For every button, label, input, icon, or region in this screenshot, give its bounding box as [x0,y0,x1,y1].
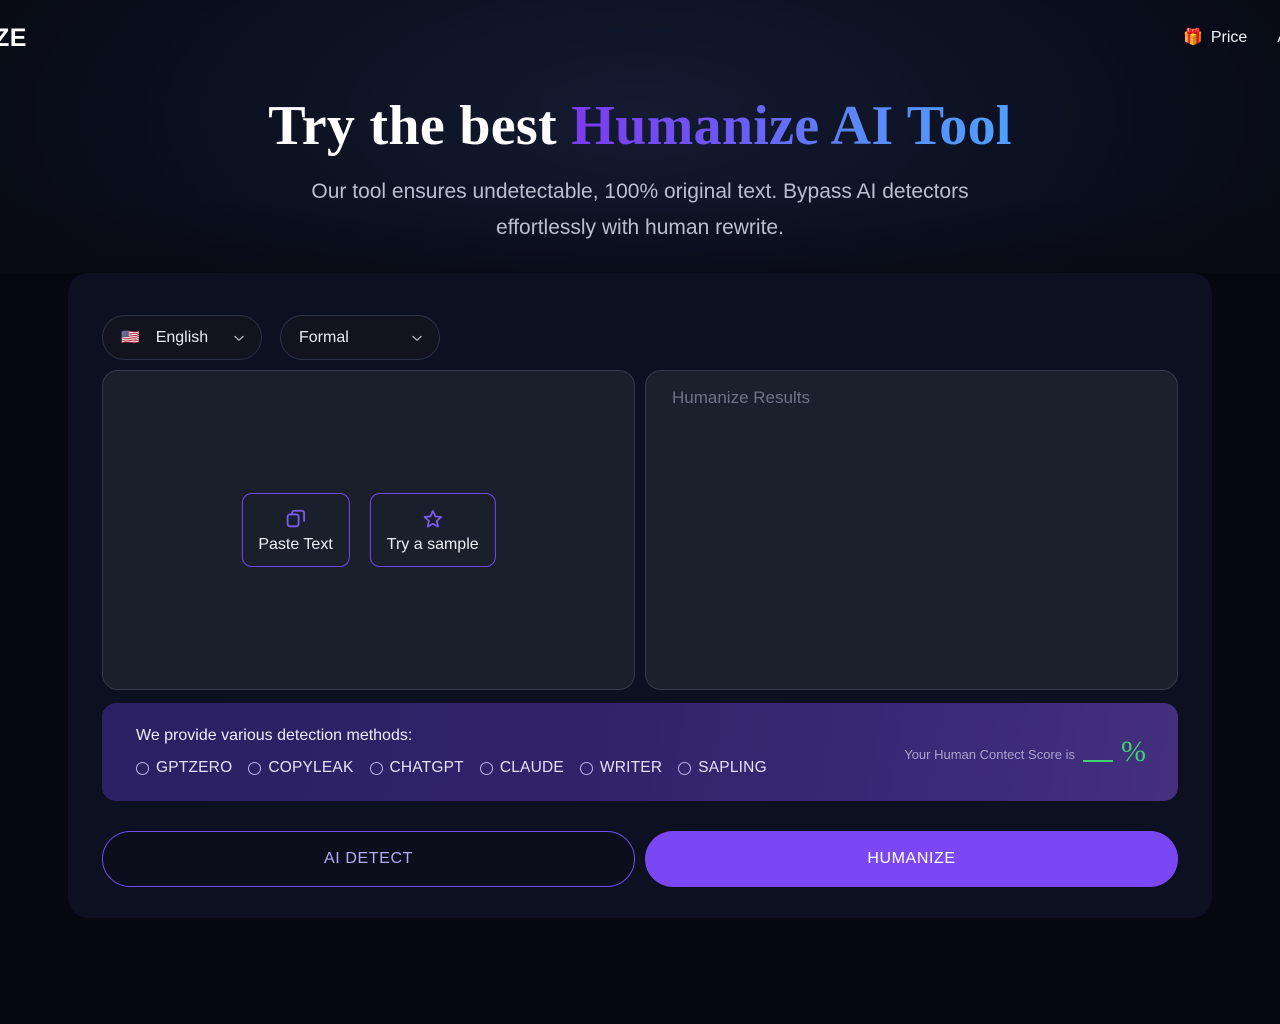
language-select[interactable]: 🇺🇸 English [102,315,262,360]
action-buttons-row: AI DETECT HUMANIZE [102,831,1178,887]
page-subtitle: Our tool ensures undetectable, 100% orig… [311,180,969,239]
radio-icon[interactable] [479,761,493,775]
detection-method-writer[interactable]: WRITER [579,759,663,777]
radio-icon[interactable] [579,761,593,775]
editor-row: Paste Text Try a sample Humanize Results [102,370,1178,690]
brand-logo[interactable]: ZE [0,24,27,53]
tone-select-value: Formal [299,328,349,346]
output-results-panel[interactable]: Humanize Results [645,370,1178,690]
us-flag-icon: 🇺🇸 [121,329,140,346]
human-score-readout: Your Human Contect Score is % [904,735,1178,768]
detection-methods-list: GPTZERO COPYLEAK CHATGPT CLAUDE WRITER S… [136,759,783,777]
detection-method-copyleak[interactable]: COPYLEAK [248,759,353,777]
output-placeholder: Humanize Results [672,388,810,407]
chevron-down-icon [233,332,245,344]
detection-methods-bar: We provide various detection methods: GP… [102,703,1178,801]
human-score-label: Your Human Contect Score is [904,747,1075,762]
paste-text-button[interactable]: Paste Text [241,493,350,567]
detection-method-label: GPTZERO [156,759,233,776]
page-title-gradient: Humanize AI Tool [571,95,1012,157]
page-root: ZE 🎁 Price A Try the best Humanize AI To… [0,0,1280,1024]
chevron-down-icon [411,332,423,344]
site-header: ZE 🎁 Price A [0,0,1280,76]
try-sample-label: Try a sample [386,536,479,553]
detection-method-label: COPYLEAK [268,759,354,776]
header-nav: 🎁 Price A [1183,29,1280,47]
detection-method-label: SAPLING [698,759,767,776]
detection-methods-title: We provide various detection methods: [136,727,413,744]
detection-method-gptzero[interactable]: GPTZERO [136,759,232,777]
options-row: 🇺🇸 English Formal [102,315,440,360]
radio-icon[interactable] [678,761,692,775]
human-score-unit: % [1121,735,1146,768]
humanize-button[interactable]: HUMANIZE [645,831,1178,887]
detection-method-label: CLAUDE [499,759,564,776]
try-sample-button[interactable]: Try a sample [369,493,496,567]
nav-item-price[interactable]: 🎁 Price [1183,29,1247,47]
input-textarea-panel[interactable]: Paste Text Try a sample [102,370,635,690]
detection-methods-group: We provide various detection methods: GP… [102,727,783,777]
tone-select[interactable]: Formal [280,315,440,360]
gift-icon: 🎁 [1182,29,1203,46]
radio-icon[interactable] [369,761,383,775]
detection-method-chatgpt[interactable]: CHATGPT [369,759,464,777]
copy-icon [285,508,307,530]
nav-item-price-label: Price [1210,29,1248,46]
ai-detect-button[interactable]: AI DETECT [102,831,635,887]
detection-method-label: CHATGPT [389,759,464,776]
input-action-buttons: Paste Text Try a sample [241,493,496,567]
star-icon [422,508,444,530]
page-title-plain: Try the best [268,95,572,157]
detection-method-sapling[interactable]: SAPLING [678,759,767,777]
human-score-value [1083,748,1113,762]
detection-method-label: WRITER [599,759,663,776]
paste-text-label: Paste Text [258,536,333,553]
page-title: Try the best Humanize AI Tool [0,96,1280,156]
radio-icon[interactable] [248,761,262,775]
language-select-value: English [155,328,209,346]
humanizer-tool-panel: 🇺🇸 English Formal Paste Text Try a sampl… [68,273,1212,918]
detection-method-claude[interactable]: CLAUDE [479,759,564,777]
radio-icon[interactable] [136,761,149,775]
